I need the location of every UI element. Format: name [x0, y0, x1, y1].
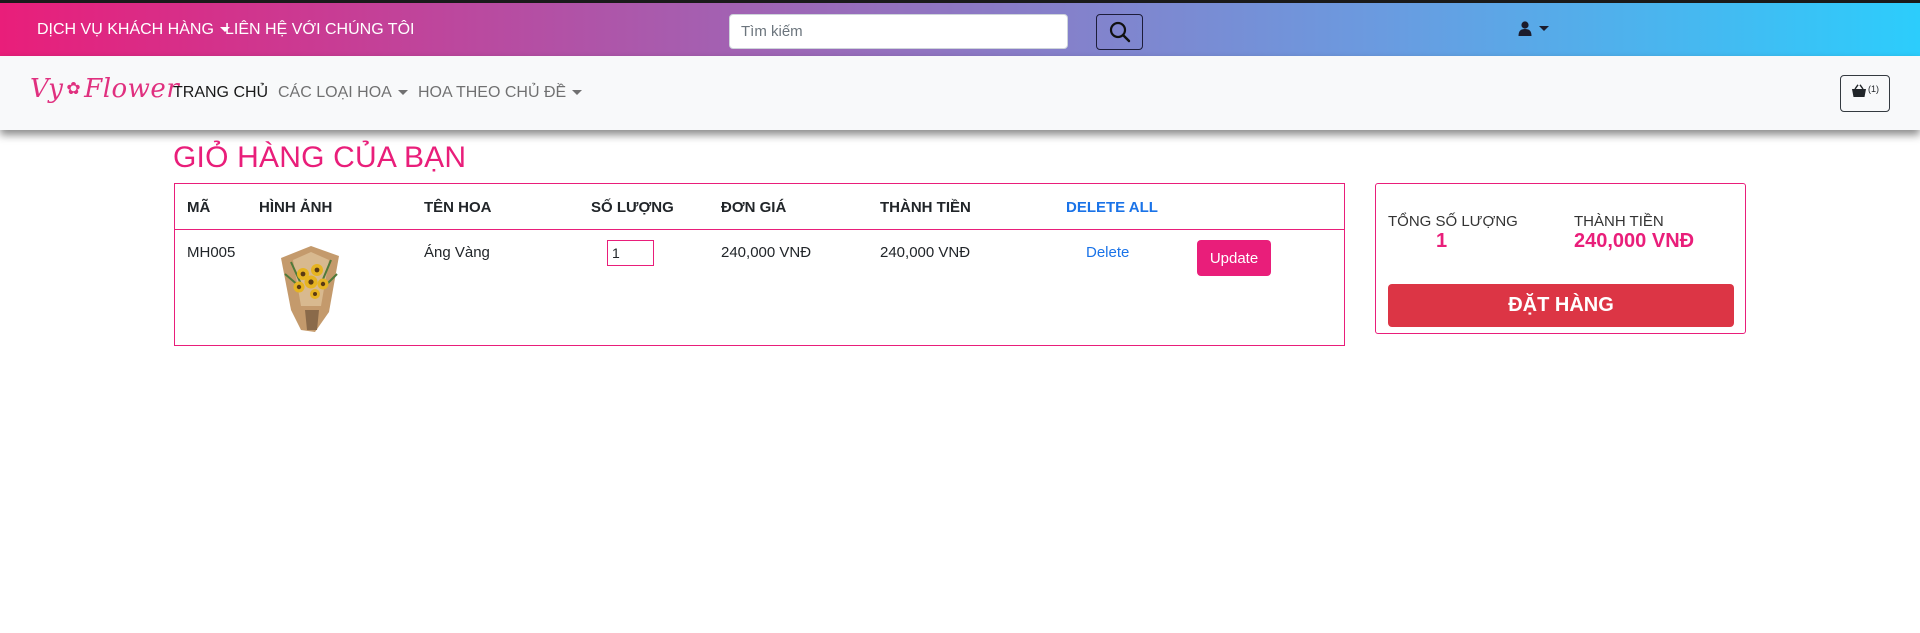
user-menu-dropdown[interactable]: [1518, 21, 1549, 36]
header-total: THÀNH TIỀN: [880, 199, 971, 216]
brand-name-part2: Flower: [84, 74, 180, 104]
nav-by-theme-dropdown[interactable]: HOA THEO CHỦ ĐỀ: [418, 84, 583, 102]
main-navbar: Vy ✿ Flower TRANG CHỦ CÁC LOẠI HOA HOA T…: [0, 56, 1920, 130]
chevron-down-icon: [1539, 26, 1549, 31]
header-divider: [175, 229, 1344, 230]
brand-name-part1: Vy: [30, 74, 64, 104]
order-summary: TỔNG SỐ LƯỢNG THÀNH TIỀN 1 240,000 VNĐ Đ…: [1375, 183, 1746, 334]
delete-all-link[interactable]: DELETE ALL: [1066, 199, 1158, 216]
header-name: TÊN HOA: [424, 199, 492, 216]
contact-link[interactable]: LIÊN HỆ VỚI CHÚNG TÔI: [225, 21, 414, 39]
item-name: Áng Vàng: [424, 244, 490, 261]
item-code: MH005: [187, 244, 236, 261]
cart-button[interactable]: (1): [1840, 75, 1890, 112]
user-icon: [1518, 21, 1532, 36]
brand-logo[interactable]: Vy ✿ Flower: [30, 74, 179, 104]
total-amount-value: 240,000 VNĐ: [1574, 230, 1695, 252]
header-quantity: SỐ LƯỢNG: [591, 199, 674, 216]
header-image: HÌNH ẢNH: [259, 199, 333, 216]
search-button[interactable]: [1096, 14, 1143, 50]
header-unit-price: ĐƠN GIÁ: [721, 199, 787, 216]
delete-item-link[interactable]: Delete: [1086, 244, 1129, 261]
nav-home[interactable]: TRANG CHỦ: [173, 84, 268, 102]
cart-count-badge: (1): [1868, 84, 1879, 94]
sunflower-bouquet-image: [281, 246, 339, 332]
total-amount-label: THÀNH TIỀN: [1574, 213, 1664, 230]
search-input[interactable]: [729, 14, 1068, 49]
header-code: MÃ: [187, 199, 211, 216]
flower-icon: ✿: [66, 79, 82, 99]
nav-by-theme-label: HOA THEO CHỦ ĐỀ: [418, 84, 567, 101]
nav-flower-types-dropdown[interactable]: CÁC LOẠI HOA: [278, 84, 408, 102]
shopping-basket-icon: [1852, 84, 1866, 97]
item-unit-price: 240,000 VNĐ: [721, 244, 812, 261]
chevron-down-icon: [572, 90, 583, 96]
quantity-input[interactable]: [607, 240, 654, 266]
place-order-button[interactable]: ĐẶT HÀNG: [1388, 284, 1734, 327]
customer-service-dropdown[interactable]: DỊCH VỤ KHÁCH HÀNG: [37, 21, 230, 39]
cart-table: MÃ HÌNH ẢNH TÊN HOA SỐ LƯỢNG ĐƠN GIÁ THÀ…: [174, 183, 1345, 346]
chevron-down-icon: [397, 90, 408, 96]
customer-service-label: DỊCH VỤ KHÁCH HÀNG: [37, 21, 214, 38]
total-quantity-value: 1: [1436, 230, 1448, 252]
update-button[interactable]: Update: [1197, 240, 1271, 276]
total-quantity-label: TỔNG SỐ LƯỢNG: [1388, 213, 1518, 230]
search-icon: [1109, 21, 1130, 43]
page-title: GIỎ HÀNG CỦA BẠN: [173, 141, 467, 174]
nav-flower-types-label: CÁC LOẠI HOA: [278, 84, 392, 101]
item-total: 240,000 VNĐ: [880, 244, 971, 261]
top-bar: DỊCH VỤ KHÁCH HÀNG LIÊN HỆ VỚI CHÚNG TÔI: [0, 0, 1920, 56]
